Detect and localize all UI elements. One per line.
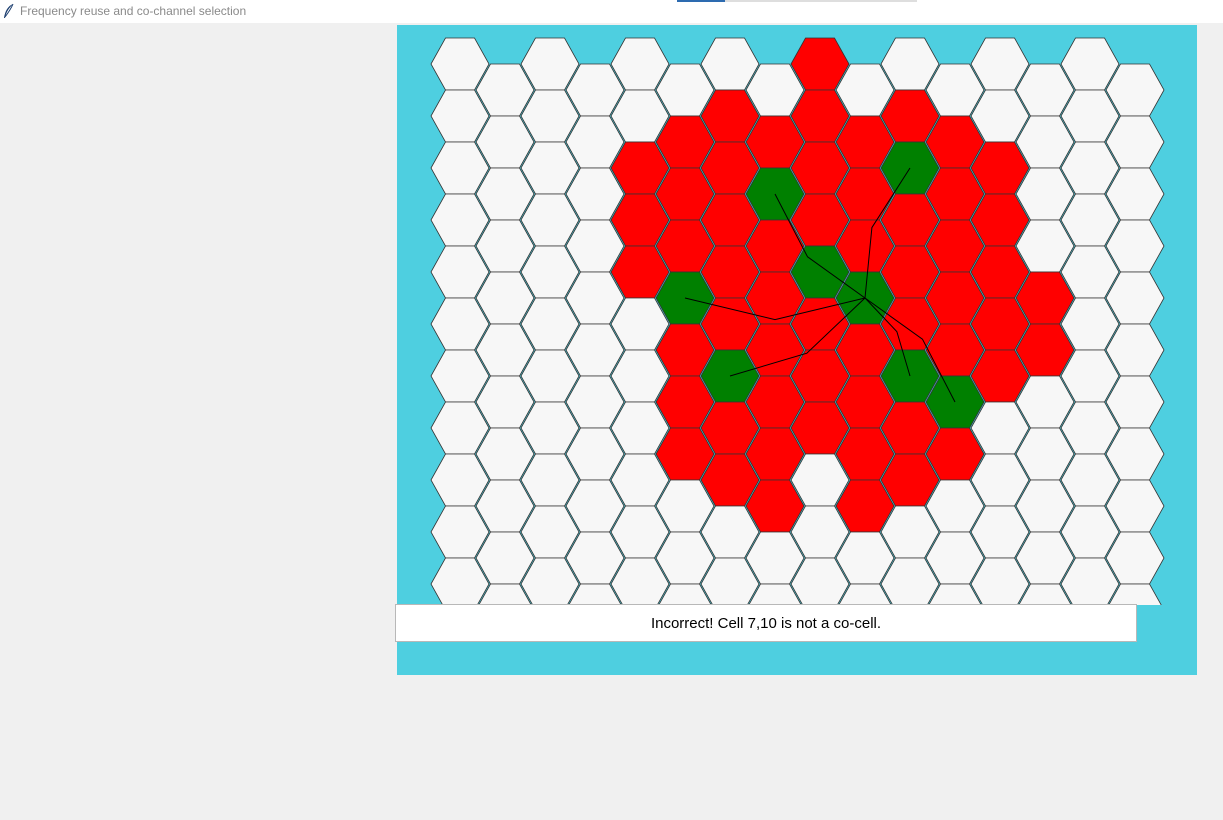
hex-cell-grid — [430, 37, 1165, 605]
feather-icon — [4, 3, 14, 18]
title-progress-fill — [677, 0, 725, 2]
status-message: Incorrect! Cell 7,10 is not a co-cell. — [395, 604, 1137, 642]
hex-grid-panel: Incorrect! Cell 7,10 is not a co-cell. — [395, 25, 1197, 675]
title-progress-bar — [677, 0, 917, 2]
window-title: Frequency reuse and co-channel selection — [20, 4, 247, 18]
title-bar: Frequency reuse and co-channel selection — [0, 0, 1223, 23]
